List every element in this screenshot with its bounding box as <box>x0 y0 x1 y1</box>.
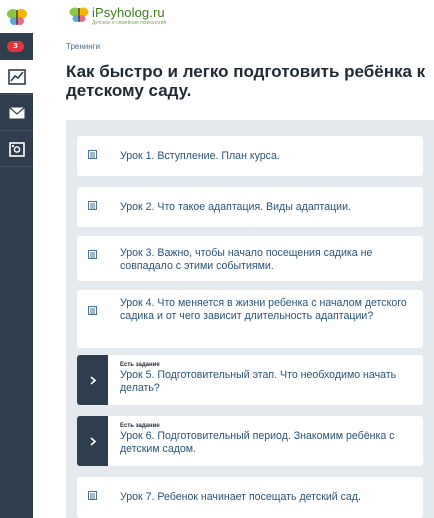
sidebar-divider <box>0 94 33 95</box>
lesson-item-with-task[interactable]: Есть задание Урок 5. Подготовительный эт… <box>77 355 423 405</box>
lesson-title[interactable]: Урок 1. Вступление. План курса. <box>120 150 415 163</box>
sidebar-divider <box>0 130 33 131</box>
chart-icon <box>7 68 26 85</box>
expand-button[interactable] <box>77 416 108 466</box>
lesson-item[interactable]: Урок 3. Важно, чтобы начало посещения са… <box>77 236 423 281</box>
expand-button[interactable] <box>77 355 108 405</box>
lesson-title[interactable]: Урок 5. Подготовительный этап. Что необх… <box>120 369 415 395</box>
lesson-title[interactable]: Урок 2. Что такое адаптация. Виды адапта… <box>120 201 415 214</box>
logo-name: iPsyholog.ru <box>92 5 165 20</box>
main-content: iPsyholog.ru Детская и семейная психолог… <box>33 0 434 518</box>
lesson-title[interactable]: Урок 3. Важно, чтобы начало посещения са… <box>120 247 415 273</box>
document-list-icon <box>88 201 97 210</box>
avatar[interactable] <box>0 0 33 33</box>
notification-badge[interactable]: 3 <box>7 41 24 52</box>
page-title: Как быстро и легко подготовить ребёнка к… <box>66 62 426 100</box>
lesson-item[interactable]: Урок 7. Ребенок начинает посещать детски… <box>77 477 423 518</box>
lesson-title[interactable]: Урок 7. Ребенок начинает посещать детски… <box>120 491 415 504</box>
lesson-title[interactable]: Урок 6. Подготовительный период. Знакоми… <box>120 430 415 456</box>
sidebar-item-mail[interactable] <box>0 96 33 129</box>
safe-icon <box>8 142 25 157</box>
document-list-icon <box>88 491 97 500</box>
left-sidebar: 3 <box>0 0 33 518</box>
site-logo[interactable]: iPsyholog.ru Детская и семейная психолог… <box>69 6 166 26</box>
mail-icon <box>8 106 25 118</box>
document-list-icon <box>88 250 97 259</box>
breadcrumb[interactable]: Тренинги <box>66 42 100 51</box>
lesson-title[interactable]: Урок 4. Что меняется в жизни ребенка с н… <box>120 297 415 323</box>
butterfly-logo-icon <box>6 8 27 25</box>
logo-tagline: Детская и семейная психология <box>92 20 167 26</box>
sidebar-divider <box>0 166 33 167</box>
sidebar-item-stats[interactable] <box>0 60 33 93</box>
lesson-item[interactable]: Урок 4. Что меняется в жизни ребенка с н… <box>77 290 423 348</box>
task-label: Есть задание <box>120 362 160 368</box>
chevron-right-icon <box>89 436 96 446</box>
sidebar-item-safe[interactable] <box>0 133 33 166</box>
document-list-icon <box>88 306 97 315</box>
task-label: Есть задание <box>120 423 160 429</box>
lesson-item[interactable]: Урок 1. Вступление. План курса. <box>77 136 423 176</box>
butterfly-logo-icon <box>69 7 89 22</box>
lesson-item[interactable]: Урок 2. Что такое адаптация. Виды адапта… <box>77 187 423 227</box>
document-list-icon <box>88 150 97 159</box>
lesson-item-with-task[interactable]: Есть задание Урок 6. Подготовительный пе… <box>77 416 423 466</box>
chevron-right-icon <box>89 375 96 385</box>
